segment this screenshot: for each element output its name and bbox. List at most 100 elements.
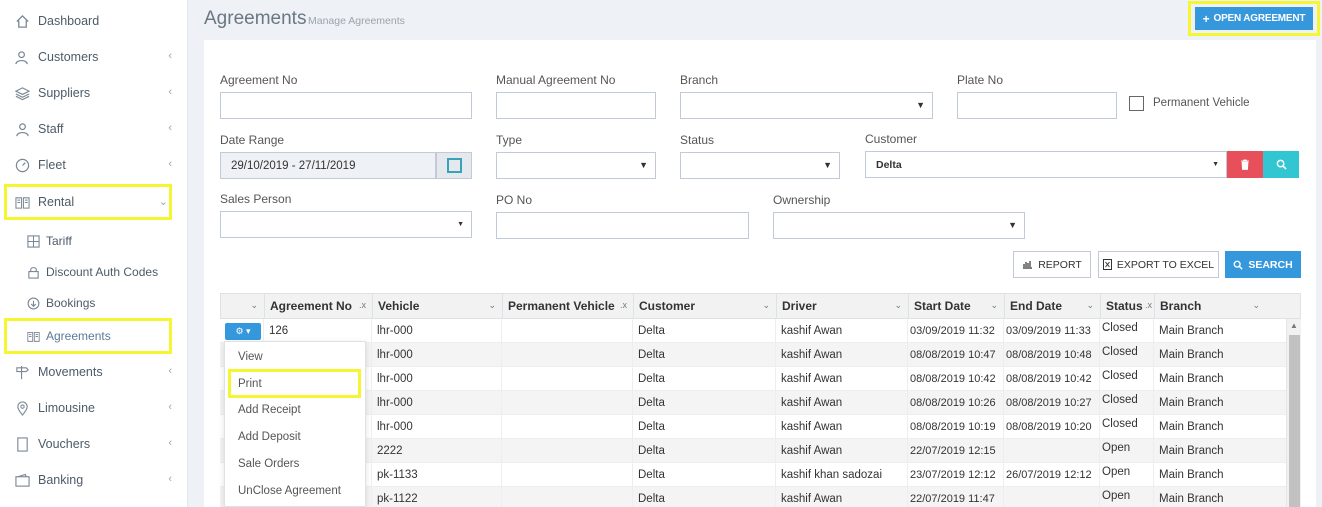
customer-select[interactable]: Delta ▼	[865, 151, 1227, 178]
sidebar-item-tariff[interactable]: Tariff	[0, 227, 188, 255]
calendar-button[interactable]	[436, 152, 472, 179]
filter-clear-icon: .x	[358, 300, 366, 310]
column-header-permanent-vehicle[interactable]: Permanent Vehicle .x	[503, 294, 634, 318]
customer-cell: Delta	[633, 319, 776, 343]
sidebar-item-dashboard[interactable]: Dashboard	[0, 3, 188, 39]
start-date-cell: 22/07/2019 12:15	[908, 439, 1004, 463]
calendar-icon	[446, 158, 462, 173]
driver-cell: kashif khan sadozai	[776, 463, 908, 487]
permanent-vehicle-cell	[502, 391, 633, 415]
status-cell: Closed	[1100, 391, 1154, 415]
permanent-vehicle-cell	[502, 463, 633, 487]
scrollbar-thumb[interactable]	[1289, 335, 1300, 507]
plus-icon: +	[1202, 11, 1210, 26]
table-row[interactable]: 2222 Delta kashif Awan 22/07/2019 12:15 …	[220, 439, 1286, 463]
sidebar-item-movements[interactable]: Movements ‹	[0, 354, 188, 390]
page-title: Agreements	[204, 8, 307, 29]
sidebar: Dashboard Customers ‹ Suppliers ‹ Staff …	[0, 0, 188, 507]
clear-customer-button[interactable]	[1227, 151, 1263, 178]
column-header-agreement-no[interactable]: Agreement No .x	[265, 294, 373, 318]
open-agreement-button[interactable]: + OPEN AGREEMENT	[1195, 7, 1313, 30]
plate-no-input[interactable]	[957, 92, 1117, 119]
start-date-cell: 22/07/2019 11:47	[908, 487, 1004, 507]
branch-cell: Main Branch	[1159, 445, 1224, 457]
table-row[interactable]: ⚙ ▾ 126 lhr-000 Delta kashif Awan 03/09/…	[220, 319, 1286, 343]
sidebar-item-banking[interactable]: Banking ‹	[0, 462, 188, 498]
date-range-input[interactable]: 29/10/2019 - 27/11/2019	[220, 152, 436, 179]
sidebar-item-rental[interactable]: Rental ⌄	[4, 184, 172, 220]
customer-cell: Delta	[633, 487, 776, 507]
permanent-vehicle-cell	[502, 439, 633, 463]
status-cell: Open	[1100, 439, 1154, 463]
column-header-vehicle[interactable]: Vehicle ⌄	[373, 294, 503, 318]
branch-cell: Main Branch	[1159, 421, 1224, 433]
sidebar-item-staff[interactable]: Staff ‹	[0, 111, 188, 147]
sidebar-item-bookings[interactable]: Bookings	[0, 289, 188, 317]
sidebar-item-limousine[interactable]: Limousine ‹	[0, 390, 188, 426]
menu-item-view[interactable]: View	[225, 343, 365, 370]
table-row[interactable]: pk-1133 Delta kashif khan sadozai 23/07/…	[220, 463, 1286, 487]
table-row[interactable]: lhr-000 Delta kashif Awan 08/08/2019 10:…	[220, 367, 1286, 391]
menu-item-add-deposit[interactable]: Add Deposit	[225, 423, 365, 450]
agreement-no-input[interactable]	[220, 92, 472, 119]
scroll-up-icon[interactable]: ▲	[1290, 321, 1298, 330]
table-row[interactable]: lhr-000 Delta kashif Awan 08/08/2019 10:…	[220, 343, 1286, 367]
branch-select[interactable]: ▼	[680, 92, 933, 119]
start-date-cell: 08/08/2019 10:26	[908, 391, 1004, 415]
column-header-branch[interactable]: Branch ⌄	[1155, 294, 1300, 318]
customer-cell: Delta	[633, 391, 776, 415]
search-customer-button[interactable]	[1263, 151, 1299, 178]
chevron-left-icon: ‹	[168, 473, 172, 485]
search-label: SEARCH	[1248, 258, 1293, 271]
ownership-select[interactable]: ▼	[773, 212, 1025, 239]
chevron-left-icon: ‹	[168, 86, 172, 98]
row-actions-button[interactable]: ⚙ ▾	[225, 323, 261, 340]
start-date-cell: 08/08/2019 10:19	[908, 415, 1004, 439]
export-excel-button[interactable]: EXPORT TO EXCEL	[1098, 251, 1219, 278]
chevron-left-icon: ‹	[168, 158, 172, 170]
table-row[interactable]: lhr-000 Delta kashif Awan 08/08/2019 10:…	[220, 391, 1286, 415]
caret-down-icon: ▼	[1008, 220, 1017, 230]
chevron-left-icon: ‹	[168, 365, 172, 377]
sidebar-item-discount-auth-codes[interactable]: Discount Auth Codes	[0, 258, 188, 286]
sidebar-item-fleet[interactable]: Fleet ‹	[0, 147, 188, 183]
column-header-label: Vehicle	[378, 299, 420, 313]
column-header-driver[interactable]: Driver ⌄	[777, 294, 909, 318]
sidebar-item-agreements[interactable]: Agreements	[4, 318, 172, 354]
type-label: Type	[496, 133, 523, 147]
column-header-start-date[interactable]: Start Date ⌄	[909, 294, 1005, 318]
status-cell: Closed	[1100, 343, 1154, 367]
search-button[interactable]: SEARCH	[1225, 251, 1301, 278]
table-row[interactable]: lhr-000 Delta kashif Awan 08/08/2019 10:…	[220, 415, 1286, 439]
sidebar-item-suppliers[interactable]: Suppliers ‹	[0, 75, 188, 111]
customer-label: Customer	[865, 132, 918, 146]
column-header-status[interactable]: Status .x	[1101, 294, 1155, 318]
manual-agreement-no-label: Manual Agreement No	[496, 73, 616, 87]
sidebar-item-customers[interactable]: Customers ‹	[0, 39, 188, 75]
type-select[interactable]: ▼	[496, 152, 656, 179]
table-row[interactable]: pk-1122 Delta kashif Awan 22/07/2019 11:…	[220, 487, 1286, 507]
column-header-label: Start Date	[914, 299, 971, 313]
permanent-vehicle-cell	[502, 319, 633, 343]
sidebar-item-label: Discount Auth Codes	[46, 265, 159, 279]
lock-icon	[26, 265, 40, 279]
table-scrollbar[interactable]: ▲	[1286, 319, 1301, 507]
permanent-vehicle-checkbox[interactable]	[1129, 96, 1144, 111]
vehicle-cell: pk-1122	[372, 487, 502, 507]
sales-person-select[interactable]: ▼	[220, 211, 472, 238]
column-header-customer[interactable]: Customer ⌄	[634, 294, 777, 318]
sidebar-item-vouchers[interactable]: Vouchers ‹	[0, 426, 188, 462]
sidebar-item-label: Banking	[38, 473, 84, 487]
status-select[interactable]: ▼	[680, 152, 840, 179]
manual-agreement-no-input[interactable]	[496, 92, 656, 119]
column-header-actions[interactable]: ⌄	[221, 294, 265, 318]
report-button[interactable]: REPORT	[1013, 251, 1091, 278]
sidebar-item-label: Limousine	[38, 401, 95, 415]
status-cell: Closed	[1100, 415, 1154, 439]
column-header-end-date[interactable]: End Date ⌄	[1005, 294, 1101, 318]
menu-item-unclose-agreement[interactable]: UnClose Agreement	[225, 477, 365, 504]
po-no-input[interactable]	[496, 212, 749, 239]
menu-item-sale-orders[interactable]: Sale Orders	[225, 450, 365, 477]
menu-item-add-receipt[interactable]: Add Receipt	[225, 396, 365, 423]
start-date-cell: 23/07/2019 12:12	[908, 463, 1004, 487]
